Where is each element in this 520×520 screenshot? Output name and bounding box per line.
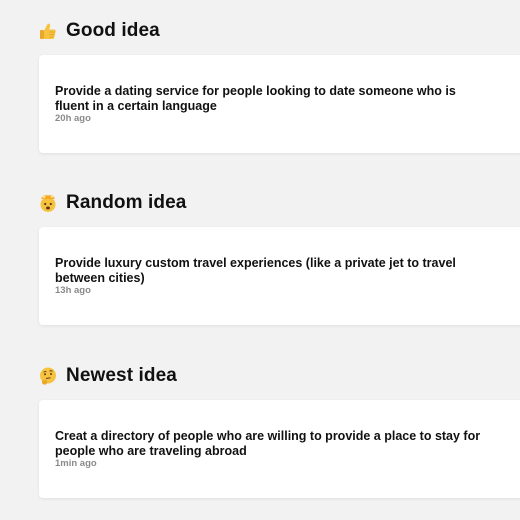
section-header: Newest idea — [38, 361, 177, 391]
idea-timestamp: 13h ago — [55, 285, 91, 296]
idea-card[interactable]: Provide luxury custom travel experiences… — [39, 227, 520, 325]
idea-text: Provide luxury custom travel experiences… — [55, 256, 456, 285]
idea-timestamp: 1min ago — [55, 458, 97, 469]
idea-card[interactable]: Creat a directory of people who are will… — [39, 400, 520, 498]
idea-timestamp: 20h ago — [55, 113, 91, 124]
idea-text-block: Provide luxury custom travel experiences… — [55, 256, 485, 297]
section-title: Newest idea — [66, 365, 177, 386]
idea-text: Creat a directory of people who are will… — [55, 429, 481, 458]
thumbs-up-icon — [38, 21, 58, 41]
section-header: Random idea — [38, 188, 186, 218]
idea-card[interactable]: Provide a dating service for people look… — [39, 55, 520, 153]
idea-text: Provide a dating service for people look… — [55, 84, 456, 113]
section-title: Random idea — [66, 192, 187, 213]
section-title: Good idea — [66, 20, 160, 41]
idea-text-block: Provide a dating service for people look… — [55, 84, 485, 125]
idea-text-block: Creat a directory of people who are will… — [55, 429, 485, 470]
thinking-face-icon — [38, 366, 58, 386]
exploding-head-icon — [38, 193, 58, 213]
section-header: Good idea — [38, 16, 160, 46]
